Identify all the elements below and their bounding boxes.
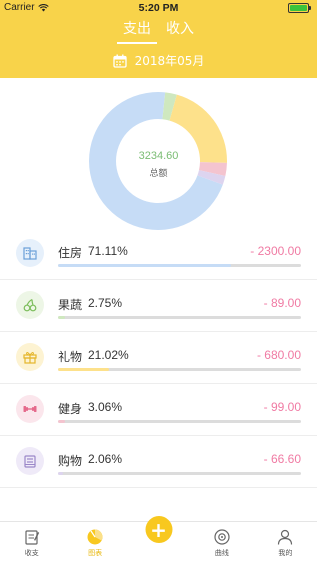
category-percent: 71.11%	[88, 244, 128, 258]
shopping-icon	[16, 447, 44, 475]
category-percent: 2.06%	[88, 452, 123, 466]
progress-fill	[58, 368, 110, 371]
category-row-fruit[interactable]: 果蔬 2.75% - 89.00	[0, 280, 317, 332]
cherry-icon	[16, 291, 44, 319]
gift-icon	[16, 343, 44, 371]
category-name: 果蔬	[58, 298, 83, 312]
progress-fill	[58, 316, 65, 319]
category-progress-bar	[58, 420, 301, 423]
plus-icon[interactable]: +	[145, 516, 173, 543]
tabbar-item-profile[interactable]: 我的	[254, 522, 317, 561]
bottom-tab-bar: 收支 图表 + 曲线 我的	[0, 516, 317, 561]
tabbar-label: 图表	[88, 549, 103, 557]
category-row-housing[interactable]: 住房 71.11% - 2300.00	[0, 228, 317, 280]
category-name: 健身	[58, 402, 83, 416]
building-icon	[16, 239, 44, 267]
tabbar-label: 曲线	[214, 549, 229, 557]
category-amount: - 99.00	[263, 400, 301, 414]
category-amount: - 66.60	[263, 452, 301, 466]
category-progress-bar	[58, 264, 301, 267]
category-row-shopping[interactable]: 购物 2.06% - 66.60	[0, 436, 317, 488]
category-progress-bar	[58, 368, 301, 371]
progress-fill	[58, 264, 231, 267]
header: Carrier 5:20 PM 支出 收入 2018年05月	[0, 0, 317, 78]
clock: 5:20 PM	[138, 2, 179, 14]
category-name: 购物	[58, 454, 83, 468]
tab-expense[interactable]: 支出	[117, 18, 157, 44]
total-amount: 3234.60	[138, 150, 179, 162]
tabbar-label: 我的	[278, 549, 293, 557]
category-amount: - 2300.00	[250, 244, 301, 258]
category-amount: - 89.00	[263, 296, 301, 310]
category-name: 礼物	[58, 350, 83, 364]
dumbbell-icon	[16, 395, 44, 423]
category-percent: 2.75%	[88, 296, 123, 310]
tabbar-item-chart[interactable]: 图表	[63, 522, 126, 561]
tabbar-label: 收支	[24, 549, 39, 557]
category-row-fitness[interactable]: 健身 3.06% - 99.00	[0, 384, 317, 436]
battery-icon	[288, 3, 311, 13]
date-label: 2018年05月	[134, 54, 205, 68]
category-percent: 21.02%	[88, 348, 129, 362]
chart-icon	[87, 529, 103, 545]
date-picker[interactable]: 2018年05月	[0, 52, 317, 69]
category-amount: - 680.00	[256, 348, 301, 362]
category-row-gift[interactable]: 礼物 21.02% - 680.00	[0, 332, 317, 384]
category-list: 住房 71.11% - 2300.00 果蔬 2.75% - 89.00 礼物 …	[0, 228, 317, 488]
user-icon	[278, 529, 293, 545]
type-tabs: 支出 收入	[0, 18, 317, 44]
tab-income[interactable]: 收入	[166, 18, 194, 44]
note-icon	[25, 530, 39, 545]
curve-icon	[214, 529, 230, 545]
total-label: 总额	[149, 169, 168, 179]
progress-fill	[58, 420, 66, 423]
category-progress-bar	[58, 472, 301, 475]
category-name: 住房	[58, 246, 83, 260]
category-percent: 3.06%	[88, 400, 123, 414]
progress-fill	[58, 472, 63, 475]
tabbar-item-curve[interactable]: 曲线	[190, 522, 253, 561]
calendar-icon	[112, 54, 127, 68]
category-progress-bar	[58, 316, 301, 319]
status-bar: Carrier 5:20 PM	[0, 0, 317, 16]
tabbar-item-ledger[interactable]: 收支	[0, 522, 63, 561]
tabbar-item-add[interactable]: +	[127, 516, 190, 561]
